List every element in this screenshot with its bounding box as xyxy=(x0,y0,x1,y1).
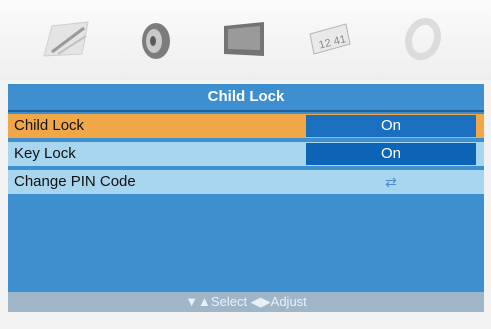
menu-row-child-lock[interactable]: Child Lock On xyxy=(8,114,484,138)
channel-icon[interactable]: 12 41 xyxy=(302,16,358,62)
footer-hint: ▼▲Select ◀▶Adjust xyxy=(8,292,484,312)
child-lock-value[interactable]: On xyxy=(306,115,476,137)
speaker-icon[interactable] xyxy=(128,16,184,62)
key-lock-value[interactable]: On xyxy=(306,143,476,165)
title-divider xyxy=(8,110,484,112)
menu-row-key-lock[interactable]: Key Lock On xyxy=(8,142,484,166)
menu-title: Child Lock xyxy=(207,88,285,105)
enter-submenu-control[interactable]: ⇄ xyxy=(306,171,476,193)
row-label: Child Lock xyxy=(14,117,85,134)
picture-icon[interactable] xyxy=(38,16,94,62)
setup-icon[interactable] xyxy=(395,16,451,62)
row-label: Change PIN Code xyxy=(14,173,136,190)
row-label: Key Lock xyxy=(14,145,76,162)
menu-row-change-pin-code[interactable]: Change PIN Code ⇄ xyxy=(8,170,484,194)
child-lock-panel: Child Lock Child Lock On Key Lock On Cha… xyxy=(8,84,484,312)
menu-icon-bar: 12 41 xyxy=(0,0,491,80)
screen-icon[interactable] xyxy=(216,16,272,62)
enter-arrow-icon: ⇄ xyxy=(385,174,397,190)
